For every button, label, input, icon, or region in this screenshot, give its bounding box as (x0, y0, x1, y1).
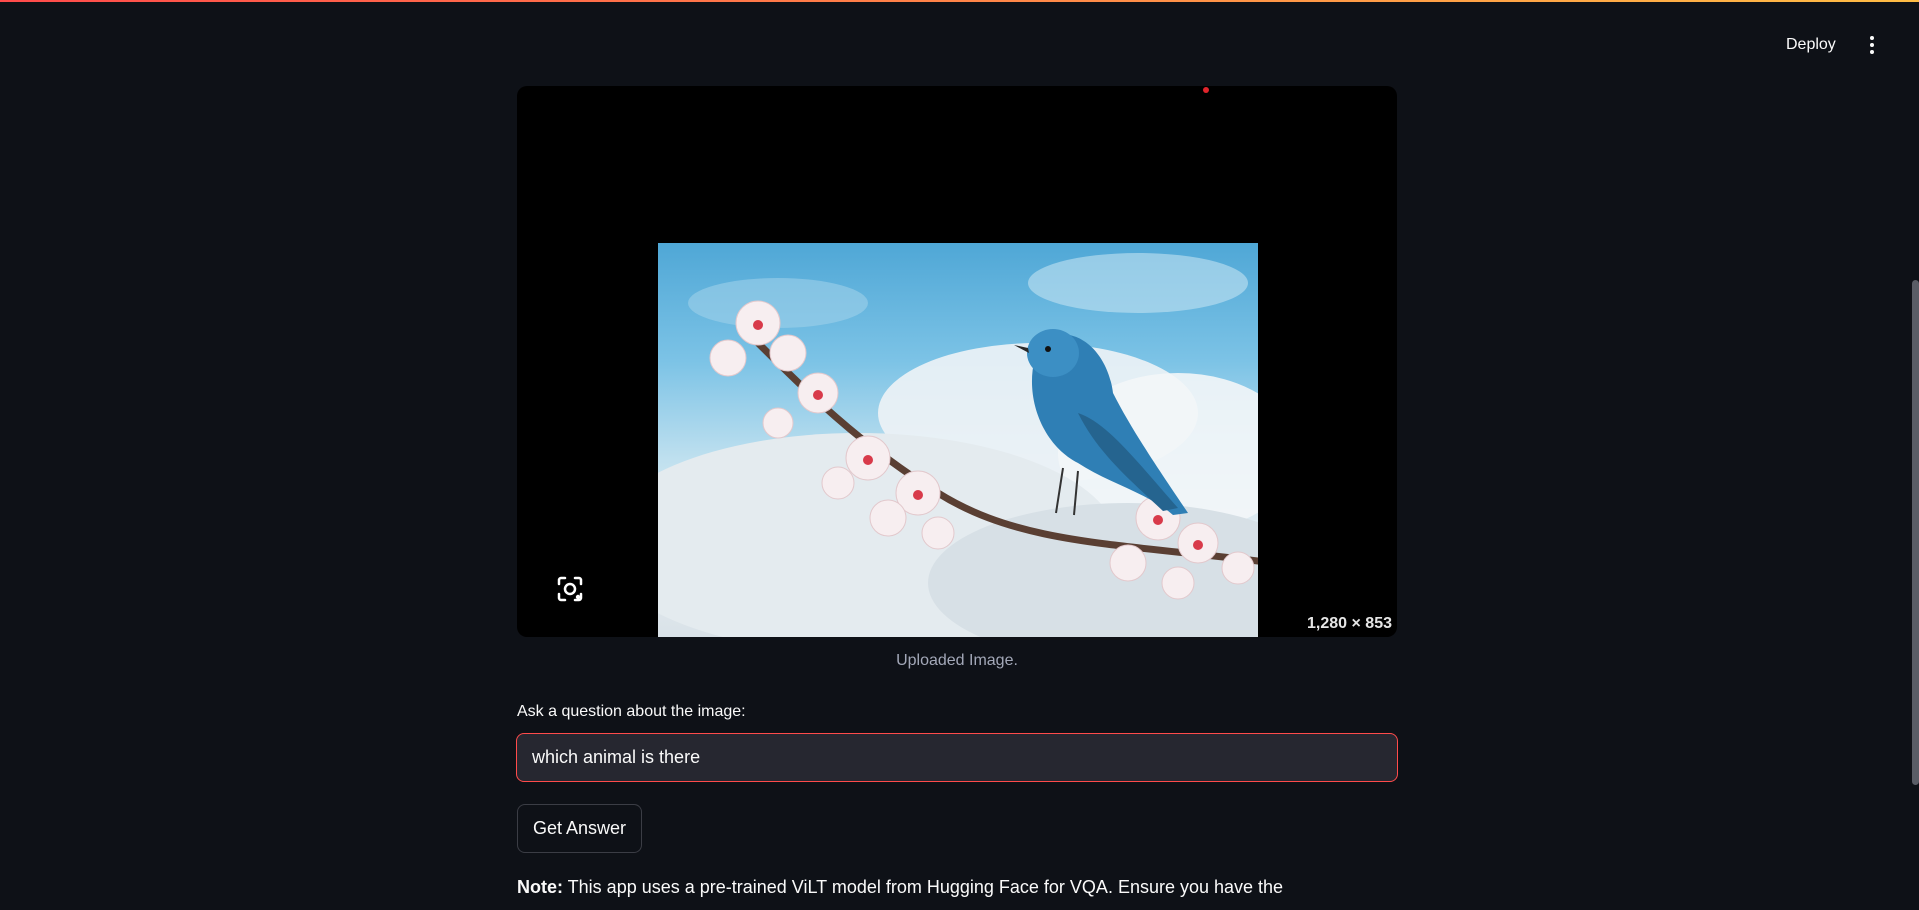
uploaded-image (658, 243, 1258, 637)
page-scrollbar[interactable] (1912, 280, 1919, 785)
app-header: Deploy (0, 2, 1919, 82)
google-lens-icon[interactable] (553, 572, 587, 606)
vertical-dots-icon (1870, 36, 1874, 40)
note-body: This app uses a pre-trained ViLT model f… (563, 877, 1284, 897)
recording-dot (1203, 87, 1209, 93)
get-answer-button[interactable]: Get Answer (517, 804, 643, 853)
question-label: Ask a question about the image: (517, 703, 746, 720)
note-text: Note: This app uses a pre-trained ViLT m… (517, 877, 1283, 898)
image-dimensions-label: 1,280 × 853 (1307, 615, 1392, 632)
question-input[interactable] (516, 733, 1398, 782)
uploaded-image-viewer: 1,280 × 853 (517, 86, 1397, 637)
main-menu-button[interactable] (1860, 28, 1884, 62)
deploy-button[interactable]: Deploy (1772, 28, 1850, 62)
image-caption: Uploaded Image. (896, 652, 1018, 669)
note-prefix: Note: (517, 877, 563, 897)
